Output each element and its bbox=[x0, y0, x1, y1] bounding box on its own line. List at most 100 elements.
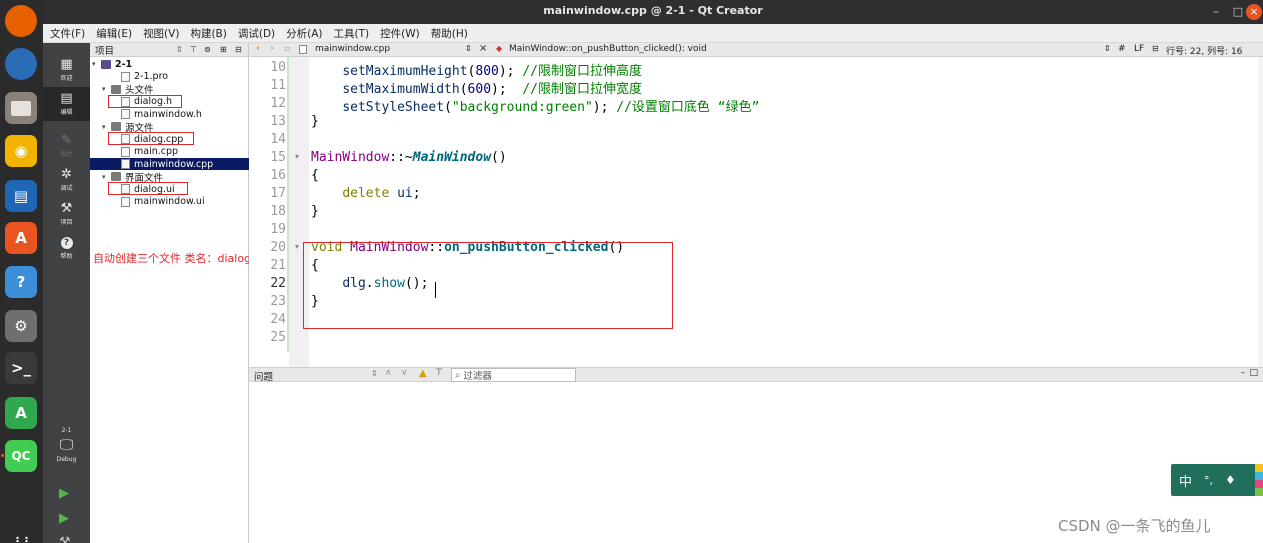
mode-grid[interactable]: ▦ 欢迎 bbox=[43, 53, 90, 87]
tree-item-file[interactable]: mainwindow.ui bbox=[112, 196, 205, 208]
writer-icon[interactable]: ▤ bbox=[5, 180, 37, 212]
menu-item-2[interactable]: 视图(V) bbox=[143, 26, 179, 41]
cursor-position: 行号: 22, 列号: 16 bbox=[1166, 47, 1243, 57]
line-number: 19 bbox=[270, 222, 286, 237]
apps-grid-icon[interactable]: ⋮⋮ bbox=[5, 525, 37, 543]
mode-bug[interactable]: ✲ 调试 bbox=[43, 163, 90, 197]
lock-icon: ▫ bbox=[285, 44, 291, 53]
back-icon[interactable]: ‹ bbox=[256, 43, 260, 54]
link-editor-icon[interactable]: ⊚ bbox=[204, 45, 211, 54]
window-title: mainwindow.cpp @ 2-1 - Qt Creator bbox=[543, 4, 763, 17]
firefox-icon[interactable] bbox=[5, 5, 37, 37]
issues-arrows-icon[interactable]: ⇕ bbox=[371, 369, 378, 378]
debug-run-icon[interactable]: ▶ bbox=[59, 511, 69, 526]
filter-funnel-icon[interactable]: ⊤ bbox=[435, 368, 443, 378]
code-line: } bbox=[311, 204, 319, 219]
ime-toolbar[interactable]: 中 °, ♦ bbox=[1171, 464, 1263, 496]
warning-filter-icon[interactable]: ▲ bbox=[419, 368, 427, 379]
pane-maximize-icon[interactable]: □ bbox=[1249, 368, 1258, 378]
pencil-icon: ✎ bbox=[61, 133, 72, 148]
expand-arrow-icon[interactable]: ▾ bbox=[92, 60, 101, 68]
tree-item-project[interactable]: ▾ 2-1 bbox=[92, 58, 132, 70]
function-combo[interactable]: MainWindow::on_pushButton_clicked(): voi… bbox=[509, 44, 707, 54]
mode-pencil[interactable]: ✎ 设计 bbox=[43, 129, 90, 163]
desktop: ◉ ▤ A? ⚙ >_ A QC ⋮⋮ mainwindow.cpp @ 2-1 - Qt C… bbox=[0, 0, 1263, 543]
ime-skin-icon[interactable]: ♦ bbox=[1225, 473, 1236, 487]
forward-icon[interactable]: › bbox=[270, 43, 274, 54]
thunderbird-icon[interactable] bbox=[5, 48, 37, 80]
menu-item-1[interactable]: 编辑(E) bbox=[96, 26, 132, 41]
kit-selector[interactable]: 2-1 🖵 Debug bbox=[43, 427, 90, 463]
menu-item-8[interactable]: 帮助(H) bbox=[431, 26, 468, 41]
file-combo-arrow-icon[interactable]: ⇕ bbox=[465, 44, 472, 53]
edit-icon: ▤ bbox=[60, 91, 73, 106]
expand-arrow-icon[interactable]: ▾ bbox=[102, 85, 111, 93]
tree-item-file[interactable]: main.cpp bbox=[112, 146, 178, 158]
ime-punctuation[interactable]: °, bbox=[1204, 474, 1213, 487]
ime-mode[interactable]: 中 bbox=[1179, 471, 1192, 490]
file-icon bbox=[121, 146, 130, 157]
close-button[interactable]: × bbox=[1246, 4, 1262, 20]
terminal-icon[interactable]: >_ bbox=[5, 352, 37, 384]
software-icon[interactable]: A bbox=[5, 222, 37, 254]
line-ending[interactable]: LF bbox=[1134, 44, 1144, 54]
function-combo-arrow-icon[interactable]: ⇕ bbox=[1104, 44, 1111, 53]
settings-icon[interactable]: ⚙ bbox=[5, 310, 37, 342]
search-icon: ⌕ bbox=[455, 369, 461, 381]
menu-item-7[interactable]: 控件(W) bbox=[380, 26, 420, 41]
file-tab[interactable]: mainwindow.cpp bbox=[315, 44, 390, 54]
editor-toolbar: ‹ › ▫ mainwindow.cpp ⇕ × ◆ MainWindow::o… bbox=[249, 43, 1263, 57]
filter-tree-icon[interactable]: ⊤ bbox=[190, 45, 197, 54]
fold-arrow-icon[interactable]: ▾ bbox=[295, 242, 299, 251]
help-icon[interactable]: ? bbox=[5, 266, 37, 298]
files-icon[interactable] bbox=[5, 92, 37, 124]
run-icon[interactable]: ▶ bbox=[59, 486, 69, 501]
panel-selector-icon[interactable]: ⇕ bbox=[176, 45, 183, 54]
mode-label: 项目 bbox=[60, 219, 73, 226]
vertical-scrollbar[interactable] bbox=[1258, 57, 1263, 367]
help-icon: ? bbox=[60, 236, 73, 249]
fold-arrow-icon[interactable]: ▾ bbox=[295, 152, 299, 161]
minimize-button[interactable]: – bbox=[1208, 4, 1224, 20]
qt-creator-icon[interactable]: QC bbox=[5, 440, 37, 472]
pane-minimize-icon[interactable]: – bbox=[1241, 368, 1246, 378]
mode-help[interactable]: ? 帮助 bbox=[43, 231, 90, 265]
rhythmbox-icon[interactable]: ◉ bbox=[5, 135, 37, 167]
build-icon[interactable]: ⚒ bbox=[59, 535, 71, 543]
menu-item-4[interactable]: 调试(D) bbox=[238, 26, 275, 41]
next-issue-icon[interactable]: ∨ bbox=[401, 368, 408, 378]
tree-item-file[interactable]: mainwindow.h bbox=[112, 108, 202, 120]
mode-edit[interactable]: ▤ 编辑 bbox=[43, 87, 90, 121]
file-icon bbox=[121, 159, 130, 169]
line-number: 11 bbox=[270, 78, 286, 93]
tree-item-folder[interactable]: ▾ 头文件 bbox=[102, 83, 154, 96]
mode-wrench[interactable]: ⚒ 项目 bbox=[43, 197, 90, 231]
close-panel-icon[interactable]: ⊟ bbox=[235, 45, 242, 54]
split-icon[interactable]: ⊞ bbox=[220, 45, 227, 54]
menu-item-5[interactable]: 分析(A) bbox=[286, 26, 322, 41]
menu-item-6[interactable]: 工具(T) bbox=[334, 26, 370, 41]
annotation-box bbox=[108, 132, 194, 145]
bug-icon: ✲ bbox=[61, 167, 72, 182]
tree-item-folder[interactable]: ▾ 界面文件 bbox=[102, 171, 163, 184]
mode-label: 设计 bbox=[60, 151, 73, 158]
split-editor-icon[interactable]: ⊟ bbox=[1152, 44, 1159, 53]
prev-issue-icon[interactable]: ∧ bbox=[385, 368, 392, 378]
tree-item-file[interactable]: 2-1.pro bbox=[112, 71, 168, 83]
maximize-button[interactable]: □ bbox=[1230, 4, 1246, 20]
expand-arrow-icon[interactable]: ▾ bbox=[102, 173, 111, 181]
expand-arrow-icon[interactable]: ▾ bbox=[102, 123, 111, 131]
menu-item-0[interactable]: 文件(F) bbox=[50, 26, 85, 41]
tree-item-file[interactable]: mainwindow.cpp bbox=[90, 158, 249, 170]
menu-item-3[interactable]: 构建(B) bbox=[190, 26, 226, 41]
android-studio-icon[interactable]: A bbox=[5, 397, 37, 429]
function-icon: ◆ bbox=[496, 44, 503, 53]
wrench-icon: ⚒ bbox=[60, 201, 73, 216]
folder-icon bbox=[111, 84, 121, 94]
encoding-hash[interactable]: # bbox=[1118, 44, 1126, 54]
code-editor[interactable]: 10 11 12 13 14 15 16 17 18 19 20 21 22 23 24 25 ▾ ▾ setM… bbox=[249, 57, 1263, 367]
tree-item-folder[interactable]: ▾ 源文件 bbox=[102, 121, 154, 134]
code-line: setMaximumHeight(800); //限制窗口拉伸高度 bbox=[342, 64, 642, 79]
issues-filter-input[interactable]: ⌕ 过滤器 bbox=[451, 368, 576, 382]
close-file-icon[interactable]: × bbox=[479, 43, 487, 54]
